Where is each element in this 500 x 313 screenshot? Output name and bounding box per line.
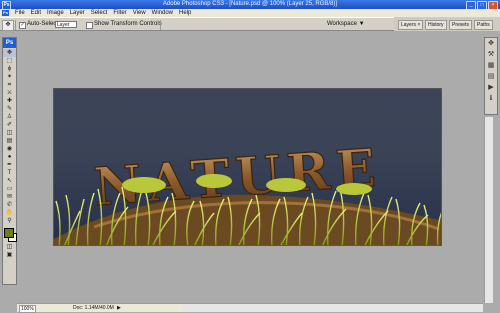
menu-edit[interactable]: Edit bbox=[28, 9, 44, 17]
document-canvas[interactable]: NATURE bbox=[53, 88, 442, 246]
menu-bar: Ps File Edit Image Layer Select Filter V… bbox=[0, 9, 500, 17]
tools-panel: Ps ✥ ⬚ ϕ ✶ ⌗ ⚔ ✚ ✎ ♙ ✐ ◫ ▤ ◉ ● ✒ T ↖ ▭ ✉… bbox=[2, 37, 17, 285]
history-brush-tool-icon[interactable]: ✐ bbox=[3, 121, 16, 129]
auto-select-checkbox[interactable]: ✓ bbox=[19, 22, 26, 29]
auto-select-dropdown[interactable]: Layer bbox=[55, 21, 77, 28]
title-bar: Ps Adobe Photoshop CS3 - [Nature.psd @ 1… bbox=[0, 0, 500, 10]
palette-well: Layers × History Presets Paths bbox=[394, 17, 500, 31]
gradient-tool-icon[interactable]: ▤ bbox=[3, 137, 16, 145]
collapsed-palettes-panel: ✥ ⚒ ▦ ▤ ▶ ℹ bbox=[484, 37, 498, 115]
pen-tool-icon[interactable]: ✒ bbox=[3, 161, 16, 169]
navigator-icon[interactable]: ✥ bbox=[485, 38, 497, 49]
color-swatches bbox=[3, 227, 17, 243]
options-separator bbox=[15, 20, 16, 30]
well-tab-paths[interactable]: Paths bbox=[474, 20, 493, 30]
menu-layer[interactable]: Layer bbox=[67, 9, 88, 17]
type-tool-icon[interactable]: T bbox=[3, 169, 16, 177]
marquee-tool-icon[interactable]: ⬚ bbox=[3, 57, 16, 65]
show-transform-checkbox[interactable] bbox=[86, 22, 93, 29]
zoom-tool-icon[interactable]: ⚲ bbox=[3, 217, 16, 225]
notes-tool-icon[interactable]: ✉ bbox=[3, 193, 16, 201]
menu-view[interactable]: View bbox=[130, 9, 149, 17]
menu-file[interactable]: File bbox=[12, 9, 28, 17]
menu-window[interactable]: Window bbox=[149, 9, 176, 17]
blur-tool-icon[interactable]: ◉ bbox=[3, 145, 16, 153]
layer-comps-icon[interactable]: ▦ bbox=[485, 60, 497, 71]
hand-tool-icon[interactable]: ✋ bbox=[3, 209, 16, 217]
menu-select[interactable]: Select bbox=[88, 9, 111, 17]
brush-presets-icon[interactable]: ⚒ bbox=[485, 49, 497, 60]
zoom-field[interactable]: 100% bbox=[19, 305, 36, 313]
quick-mask-icon[interactable]: ◫ bbox=[3, 243, 16, 251]
clone-stamp-tool-icon[interactable]: ♙ bbox=[3, 113, 16, 121]
styles-icon[interactable]: ▤ bbox=[485, 71, 497, 82]
eraser-tool-icon[interactable]: ◫ bbox=[3, 129, 16, 137]
status-menu-arrow-icon[interactable]: ▶ bbox=[117, 304, 121, 313]
status-bar: 100% Doc: 1.14M/40.0M ▶ bbox=[17, 303, 183, 313]
well-tab-presets[interactable]: Presets bbox=[449, 20, 472, 30]
horizontal-scrollbar[interactable] bbox=[183, 303, 483, 312]
foreground-color-swatch[interactable] bbox=[4, 228, 14, 238]
lasso-tool-icon[interactable]: ϕ bbox=[3, 65, 16, 73]
photoshop-logo-icon[interactable]: Ps bbox=[3, 38, 16, 48]
actions-icon[interactable]: ▶ bbox=[485, 82, 497, 93]
info-icon[interactable]: ℹ bbox=[485, 93, 497, 104]
vertical-scrollbar[interactable] bbox=[484, 117, 493, 303]
brush-tool-icon[interactable]: ✎ bbox=[3, 105, 16, 113]
nature-artwork: NATURE bbox=[54, 137, 441, 245]
well-tab-history[interactable]: History bbox=[425, 20, 447, 30]
show-transform-label: Show Transform Controls bbox=[94, 21, 162, 27]
menu-image[interactable]: Image bbox=[44, 9, 67, 17]
screen-mode-icon[interactable]: ▣ bbox=[3, 251, 16, 259]
well-tab-layers[interactable]: Layers × bbox=[398, 20, 424, 30]
dodge-tool-icon[interactable]: ● bbox=[3, 153, 16, 161]
workspace-button[interactable]: Workspace ▼ bbox=[327, 21, 365, 27]
healing-brush-tool-icon[interactable]: ✚ bbox=[3, 97, 16, 105]
options-separator bbox=[160, 20, 161, 30]
path-selection-tool-icon[interactable]: ↖ bbox=[3, 177, 16, 185]
menu-help[interactable]: Help bbox=[176, 9, 194, 17]
eyedropper-tool-icon[interactable]: ✆ bbox=[3, 201, 16, 209]
crop-tool-icon[interactable]: ⌗ bbox=[3, 81, 16, 89]
move-tool-icon[interactable]: ✥ bbox=[2, 20, 14, 31]
document-size-info: Doc: 1.14M/40.0M bbox=[73, 305, 114, 311]
menu-filter[interactable]: Filter bbox=[110, 9, 129, 17]
shape-tool-icon[interactable]: ▭ bbox=[3, 185, 16, 193]
magic-wand-tool-icon[interactable]: ✶ bbox=[3, 73, 16, 81]
window-title: Adobe Photoshop CS3 - [Nature.psd @ 100%… bbox=[162, 1, 338, 7]
slice-tool-icon[interactable]: ⚔ bbox=[3, 89, 16, 97]
ps-menu-logo-icon: Ps bbox=[2, 10, 9, 16]
move-tool-icon[interactable]: ✥ bbox=[3, 49, 16, 57]
